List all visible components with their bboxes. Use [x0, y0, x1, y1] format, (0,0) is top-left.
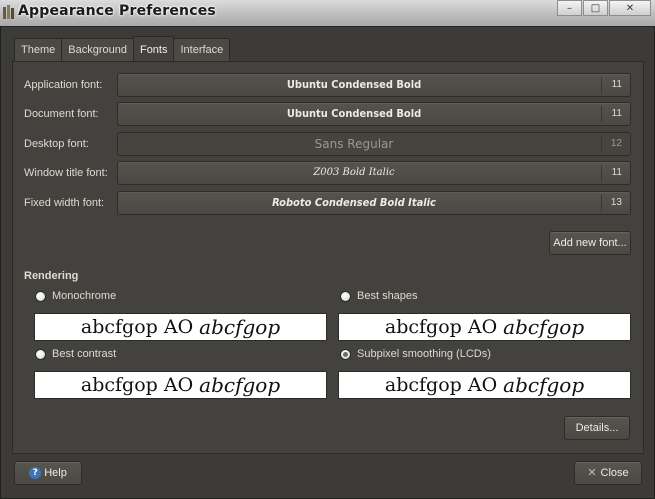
- window-controls: – □ ✕: [557, 0, 651, 16]
- fixed-width-font-size: 13: [610, 197, 622, 208]
- window-title: Appearance Preferences: [18, 3, 216, 19]
- best-shapes-option[interactable]: Best shapes: [340, 290, 418, 302]
- application-font-button[interactable]: Ubuntu Condensed Bold 11: [117, 73, 631, 97]
- details-button[interactable]: Details...: [564, 416, 630, 440]
- preview-regular-text: abcfgop AO: [80, 316, 194, 338]
- subpixel-smoothing-option[interactable]: Subpixel smoothing (LCDs): [340, 348, 491, 360]
- window-title-font-button[interactable]: Z003 Bold Italic 11: [117, 161, 631, 185]
- window-title-font-label: Window title font:: [24, 167, 108, 179]
- preview-italic-text: abcfgop: [199, 315, 281, 339]
- rendering-section-title: Rendering: [24, 270, 79, 282]
- best-contrast-label: Best contrast: [52, 348, 117, 360]
- monochrome-option[interactable]: Monochrome: [35, 290, 116, 302]
- help-label: Help: [44, 467, 67, 479]
- desktop-font-label: Desktop font:: [24, 138, 89, 150]
- best-contrast-radio[interactable]: [35, 348, 46, 360]
- minimize-icon: –: [567, 2, 572, 14]
- application-font-name: Ubuntu Condensed Bold: [286, 78, 422, 91]
- best-contrast-preview[interactable]: abcfgop AO abcfgop: [34, 371, 327, 399]
- best-shapes-radio[interactable]: [340, 290, 351, 302]
- monochrome-label: Monochrome: [52, 290, 117, 302]
- help-button[interactable]: ? Help: [14, 461, 82, 485]
- window-title-font-size: 11: [611, 167, 622, 178]
- best-shapes-label: Best shapes: [357, 290, 418, 302]
- best-contrast-option[interactable]: Best contrast: [35, 348, 116, 360]
- close-icon: ✕: [587, 466, 597, 479]
- monochrome-preview[interactable]: abcfgop AO abcfgop: [34, 313, 327, 341]
- preview-regular-text: abcfgop AO: [384, 316, 498, 338]
- fixed-width-font-label: Fixed width font:: [24, 197, 105, 209]
- tab-theme[interactable]: Theme: [14, 38, 63, 61]
- close-icon: ✕: [625, 2, 635, 14]
- preview-regular-text: abcfgop AO: [384, 374, 498, 396]
- close-button[interactable]: ✕ Close: [574, 461, 642, 485]
- maximize-icon: □: [590, 2, 601, 14]
- best-shapes-preview[interactable]: abcfgop AO abcfgop: [338, 313, 631, 341]
- add-new-font-button[interactable]: Add new font...: [549, 231, 631, 255]
- window-title-font-name: Z003 Bold Italic: [313, 167, 395, 178]
- monochrome-radio[interactable]: [35, 290, 46, 302]
- tab-bar: Theme Background Fonts Interface: [14, 36, 231, 62]
- divider: [601, 106, 602, 122]
- appearance-preferences-window: Appearance Preferences – □ ✕ Theme Backg…: [0, 0, 655, 499]
- tab-interface[interactable]: Interface: [173, 38, 231, 61]
- minimize-button[interactable]: –: [557, 0, 582, 16]
- close-window-button[interactable]: ✕: [609, 0, 651, 16]
- application-font-size: 11: [611, 79, 622, 90]
- help-icon: ?: [29, 467, 42, 480]
- title-bar[interactable]: Appearance Preferences – □ ✕: [0, 0, 655, 27]
- divider: [601, 136, 602, 152]
- subpixel-smoothing-preview[interactable]: abcfgop AO abcfgop: [338, 371, 631, 399]
- appearance-app-icon: [3, 5, 14, 19]
- close-label: Close: [600, 467, 629, 479]
- desktop-font-size: 12: [610, 138, 622, 149]
- document-font-size: 11: [611, 108, 622, 119]
- subpixel-smoothing-label: Subpixel smoothing (LCDs): [357, 348, 491, 360]
- divider: [601, 165, 602, 181]
- maximize-button[interactable]: □: [583, 0, 608, 16]
- preview-italic-text: abcfgop: [503, 373, 585, 397]
- desktop-font-name: Sans Regular: [314, 137, 394, 151]
- application-font-label: Application font:: [24, 79, 103, 91]
- tab-fonts[interactable]: Fonts: [132, 36, 175, 61]
- document-font-label: Document font:: [24, 108, 99, 120]
- tab-background[interactable]: Background: [61, 38, 134, 61]
- divider: [601, 195, 602, 211]
- document-font-button[interactable]: Ubuntu Condensed Bold 11: [117, 102, 631, 126]
- fixed-width-font-name: Roboto Condensed Bold Italic: [272, 196, 436, 209]
- document-font-name: Ubuntu Condensed Bold: [286, 107, 422, 120]
- preview-italic-text: abcfgop: [503, 315, 585, 339]
- divider: [601, 77, 602, 93]
- preview-italic-text: abcfgop: [199, 373, 281, 397]
- fixed-width-font-button[interactable]: Roboto Condensed Bold Italic 13: [117, 191, 631, 215]
- desktop-font-button: Sans Regular 12: [117, 132, 631, 156]
- preview-regular-text: abcfgop AO: [80, 374, 194, 396]
- subpixel-smoothing-radio[interactable]: [340, 348, 351, 360]
